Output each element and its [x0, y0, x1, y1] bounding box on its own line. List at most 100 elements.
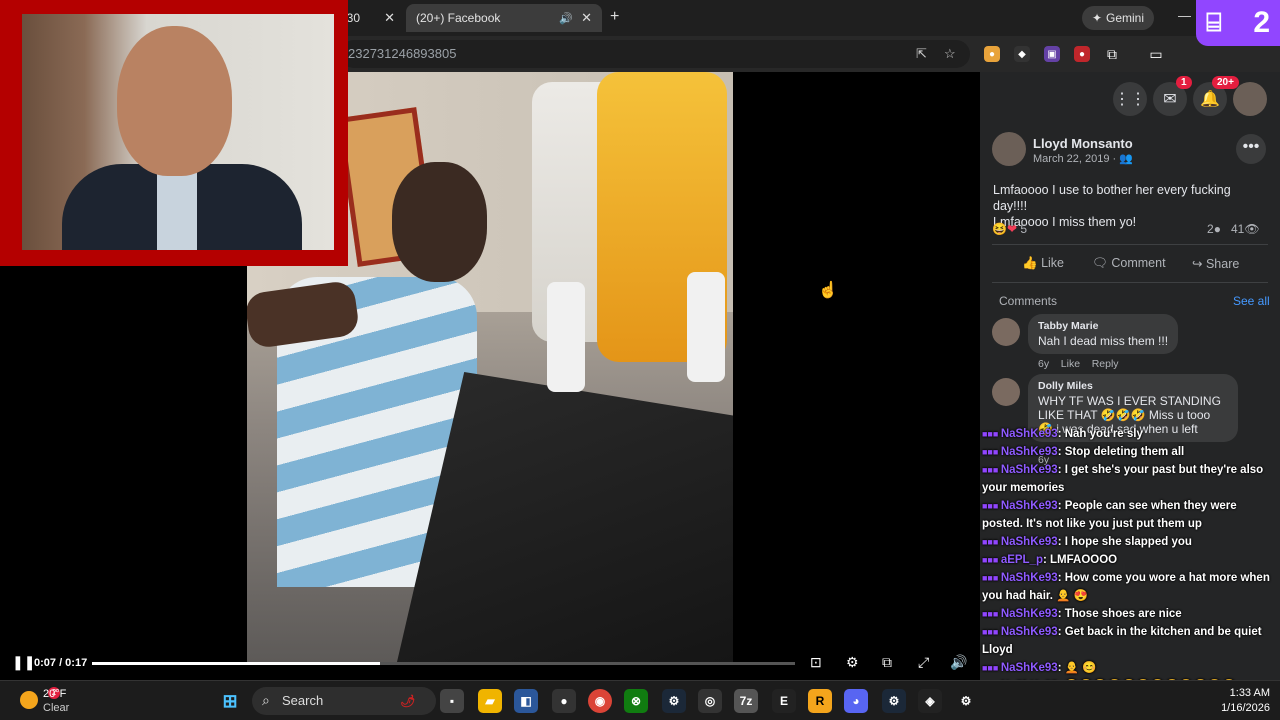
- twitch-glitch-icon: ⌸: [1206, 7, 1222, 37]
- chat-message: ■■■ NaShKe93: Get back in the kitchen an…: [980, 623, 1280, 659]
- twitch-overlay-number: 2: [1253, 6, 1270, 39]
- comment-like-link[interactable]: Like: [1061, 358, 1080, 370]
- comment-button[interactable]: 🗨 Comment: [1092, 256, 1166, 271]
- extension-diamond-icon[interactable]: ◆: [1014, 46, 1030, 62]
- reactions-summary[interactable]: 😆❤ 5: [992, 222, 1027, 236]
- steam-icon[interactable]: ⚙: [662, 689, 686, 713]
- friends-audience-icon: 👥: [1119, 153, 1133, 165]
- chat-username[interactable]: NaShKe93: [1001, 536, 1058, 548]
- install-app-icon[interactable]: ⇱: [916, 46, 927, 62]
- obs-icon[interactable]: ◎: [698, 689, 722, 713]
- settings-gear-icon[interactable]: ⚙: [846, 654, 859, 671]
- chat-message: ■■■ NaShKe93: I get she's your past but …: [980, 461, 1280, 497]
- author-avatar[interactable]: [992, 132, 1026, 166]
- weather-desc: Clear: [43, 702, 70, 714]
- haha-reaction-icon: 😆: [992, 222, 1007, 236]
- system-clock[interactable]: 1:33 AM 1/16/2026: [1200, 686, 1270, 716]
- chat-badges-icon: ■■■: [982, 573, 1001, 583]
- chat-message: ■■■ NaShKe93: Those shoes are nice: [980, 605, 1280, 623]
- discord-icon[interactable]: ◕: [844, 689, 868, 713]
- 7zip-icon[interactable]: 7z: [734, 689, 758, 713]
- comments-header: Comments: [999, 294, 1058, 308]
- task-view-icon[interactable]: ▪: [440, 689, 464, 713]
- url-input[interactable]: 232731246893805 ⇱ ☆: [340, 40, 970, 68]
- chat-badges-icon: ■■■: [982, 555, 1001, 565]
- close-tab-icon[interactable]: ✕: [581, 10, 592, 26]
- app-icon[interactable]: ●: [552, 689, 576, 713]
- gemini-button[interactable]: ✦ Gemini: [1082, 6, 1154, 30]
- chat-text: : Nah you're sly: [1057, 428, 1143, 440]
- captions-icon[interactable]: ⊡: [810, 654, 822, 671]
- comment-author[interactable]: Dolly Miles: [1038, 380, 1228, 392]
- extension-twitch-icon[interactable]: ▣: [1044, 46, 1060, 62]
- pepper-icon[interactable]: 🌶: [396, 689, 420, 713]
- gemini-label: Gemini: [1106, 11, 1145, 25]
- chat-badges-icon: ■■■: [982, 429, 1001, 439]
- comment-bubble-icon: ●: [1213, 222, 1221, 236]
- chrome-icon[interactable]: ◉: [588, 689, 612, 713]
- comment-author[interactable]: Tabby Marie: [1038, 320, 1168, 332]
- share-button[interactable]: ↪ Share: [1192, 256, 1239, 271]
- share-arrow-icon: ↪: [1192, 257, 1203, 271]
- chat-text: : Stop deleting them all: [1057, 446, 1185, 458]
- clock-time: 1:33 AM: [1229, 687, 1270, 699]
- speaker-icon[interactable]: 🔊: [559, 12, 573, 25]
- store-icon[interactable]: ◧: [514, 689, 538, 713]
- facecam-video: [22, 14, 334, 250]
- miniplayer-icon[interactable]: ⧉: [882, 654, 892, 671]
- pause-icon[interactable]: ❚❚: [12, 654, 35, 671]
- profile-avatar[interactable]: [1233, 82, 1267, 116]
- chat-username[interactable]: NaShKe93: [1001, 572, 1058, 584]
- chat-username[interactable]: NaShKe93: [1001, 500, 1058, 512]
- chat-username[interactable]: NaShKe93: [1001, 608, 1058, 620]
- clock-date: 1/16/2026: [1221, 702, 1270, 714]
- chat-username[interactable]: NaShKe93: [1001, 626, 1058, 638]
- tab-facebook[interactable]: f (20+) Facebook 🔊 ✕: [406, 4, 602, 32]
- file-explorer-icon[interactable]: ▰: [478, 689, 502, 713]
- windows-start-icon[interactable]: ⊞: [218, 689, 242, 713]
- app-stripes-icon[interactable]: ◈: [918, 689, 942, 713]
- chat-username[interactable]: NaShKe93: [1001, 662, 1058, 674]
- new-tab-icon[interactable]: +: [610, 8, 619, 26]
- commenter-avatar[interactable]: [992, 378, 1020, 406]
- chat-username[interactable]: NaShKe93: [1001, 464, 1058, 476]
- extension-colorful-icon[interactable]: ●: [984, 46, 1000, 62]
- mouse-cursor-icon: ☝: [818, 282, 838, 299]
- commenter-avatar[interactable]: [992, 318, 1020, 346]
- settings-icon[interactable]: ⚙: [954, 689, 978, 713]
- post-more-options-icon[interactable]: •••: [1236, 134, 1266, 164]
- chat-username[interactable]: aEPL_p: [1001, 554, 1043, 566]
- menu-grid-icon[interactable]: ⋮⋮: [1113, 82, 1147, 116]
- chat-message: ■■■ NaShKe93: People can see when they w…: [980, 497, 1280, 533]
- epic-games-icon[interactable]: E: [772, 689, 796, 713]
- messenger-badge: 1: [1176, 76, 1192, 89]
- chat-username[interactable]: NaShKe93: [1001, 428, 1058, 440]
- video-person-head: [392, 162, 487, 282]
- post-text-line: Lmfaoooo I use to bother her every fucki…: [993, 183, 1231, 213]
- rockstar-icon[interactable]: R: [808, 689, 832, 713]
- xbox-icon[interactable]: ⊗: [624, 689, 648, 713]
- fullscreen-icon[interactable]: ⤢: [918, 654, 929, 671]
- comment-reply-link[interactable]: Reply: [1092, 358, 1119, 370]
- see-all-link[interactable]: See all: [1233, 294, 1270, 308]
- chat-text: : Those shoes are nice: [1057, 608, 1182, 620]
- post-date[interactable]: March 22, 2019 · 👥: [1033, 152, 1133, 165]
- video-seek-bar[interactable]: [92, 662, 795, 665]
- side-panel-icon[interactable]: ▭: [1148, 46, 1164, 62]
- steam-alt-icon[interactable]: ⚙: [882, 689, 906, 713]
- share-label: Share: [1205, 257, 1240, 271]
- gemini-sparkle-icon: ✦: [1091, 11, 1103, 25]
- comment-count[interactable]: 2: [1207, 222, 1214, 236]
- post-author[interactable]: Lloyd Monsanto: [1033, 136, 1133, 151]
- close-tab-icon[interactable]: ✕: [384, 10, 395, 26]
- facecam-face: [117, 26, 232, 176]
- chat-message: ■■■ NaShKe93: How come you wore a hat mo…: [980, 569, 1280, 605]
- chat-username[interactable]: NaShKe93: [1001, 446, 1058, 458]
- bookmark-star-icon[interactable]: ☆: [944, 46, 956, 62]
- minimize-window-icon[interactable]: —: [1178, 8, 1191, 23]
- volume-icon[interactable]: 🔊: [950, 654, 967, 671]
- like-button[interactable]: 👍 Like: [1022, 256, 1064, 271]
- extension-red-icon[interactable]: ●: [1074, 46, 1090, 62]
- extensions-puzzle-icon[interactable]: ⧉: [1104, 46, 1120, 62]
- post-stats: 2● 41👁: [1207, 222, 1260, 236]
